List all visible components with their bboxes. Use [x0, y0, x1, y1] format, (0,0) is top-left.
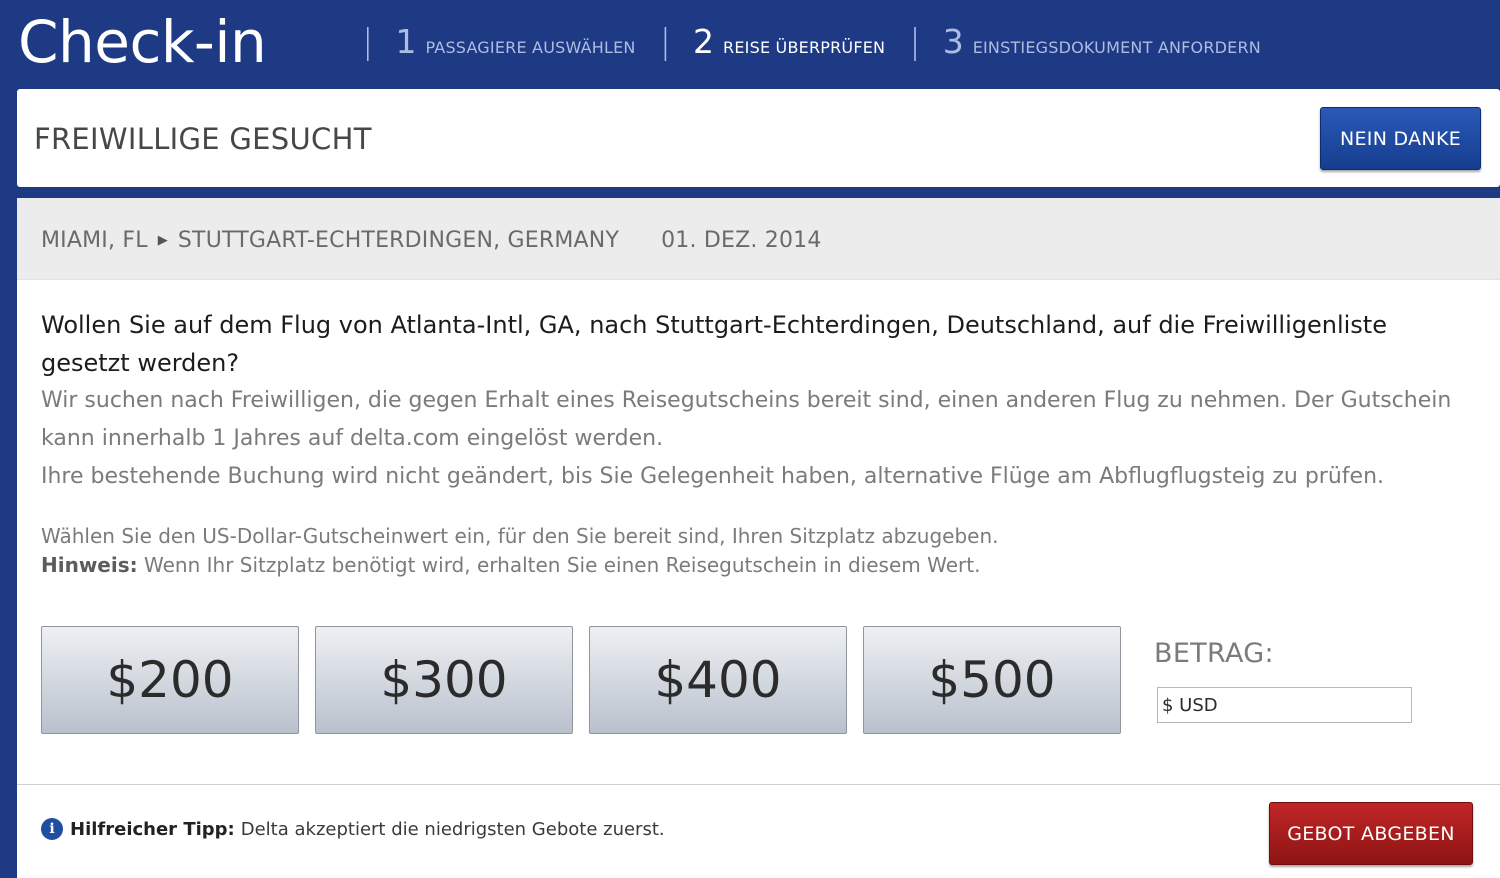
info-icon: i [41, 818, 63, 840]
route: MIAMI, FL ▶ STUTTGART-ECHTERDINGEN, GERM… [41, 228, 822, 253]
instruction-text: Wählen Sie den US-Dollar-Gutscheinwert e… [41, 524, 999, 548]
step-number: 2 [693, 22, 715, 61]
route-bar: MIAMI, FL ▶ STUTTGART-ECHTERDINGEN, GERM… [17, 198, 1500, 280]
submit-bid-button[interactable]: GEBOT ABGEBEN [1269, 802, 1473, 865]
volunteer-question: Wollen Sie auf dem Flug von Atlanta-Intl… [41, 311, 1387, 377]
step-separator: | [909, 22, 921, 62]
amount-input[interactable] [1157, 687, 1412, 723]
instructions: Wählen Sie den US-Dollar-Gutscheinwert e… [41, 522, 1441, 580]
decline-button[interactable]: NEIN DANKE [1320, 107, 1481, 170]
amount-label: BETRAG: [1154, 638, 1274, 669]
tip-label: Hilfreicher Tipp: [70, 818, 235, 840]
description-paragraph: Wir suchen nach Freiwilligen, die gegen … [41, 388, 1452, 451]
step-separator: | [659, 22, 672, 62]
amount-300-button[interactable]: $300 [315, 626, 573, 734]
header: Check-in | 1 PASSAGIERE AUSWÄHLEN | 2 RE… [0, 0, 1500, 90]
offer-card: MIAMI, FL ▶ STUTTGART-ECHTERDINGEN, GERM… [17, 198, 1500, 878]
page-title: Check-in [18, 8, 267, 76]
volunteer-card: FREIWILLIGE GESUCHT NEIN DANKE [17, 89, 1500, 187]
volunteer-heading: FREIWILLIGE GESUCHT [34, 122, 372, 156]
tip-text: Delta akzeptiert die niedrigsten Gebote … [240, 818, 665, 840]
amount-400-button[interactable]: $400 [589, 626, 847, 734]
step-label: REISE ÜBERPRÜFEN [723, 38, 886, 57]
description: Wir suchen nach Freiwilligen, die gegen … [41, 382, 1481, 496]
step-1: | 1 PASSAGIERE AUSWÄHLEN [362, 22, 636, 62]
step-number: 1 [395, 22, 417, 61]
route-arrow-icon: ▶ [157, 233, 168, 248]
amount-options: $200 $300 $400 $500 [41, 626, 1137, 734]
route-destination: STUTTGART-ECHTERDINGEN, GERMANY [177, 228, 620, 253]
step-label: EINSTIEGSDOKUMENT ANFORDERN [972, 38, 1261, 57]
helpful-tip: i Hilfreicher Tipp: Delta akzeptiert die… [41, 818, 665, 840]
amount-500-button[interactable]: $500 [863, 626, 1121, 734]
step-2: | 2 REISE ÜBERPRÜFEN [660, 22, 886, 62]
flight-date: 01. DEZ. 2014 [661, 228, 822, 253]
step-label: PASSAGIERE AUSWÄHLEN [425, 38, 636, 57]
step-number: 3 [942, 22, 964, 61]
note: Hinweis: Wenn Ihr Sitzplatz benötigt wir… [41, 551, 1441, 580]
step-3: | 3 EINSTIEGSDOKUMENT ANFORDERN [909, 22, 1261, 62]
note-text: Wenn Ihr Sitzplatz benötigt wird, erhalt… [144, 553, 981, 577]
checkin-steps: | 1 PASSAGIERE AUSWÄHLEN | 2 REISE ÜBERP… [362, 22, 1285, 62]
note-label: Hinweis: [41, 553, 138, 577]
step-separator: | [362, 22, 374, 62]
route-origin: MIAMI, FL [41, 228, 148, 253]
divider [17, 784, 1500, 785]
amount-200-button[interactable]: $200 [41, 626, 299, 734]
description-paragraph: Ihre bestehende Buchung wird nicht geänd… [41, 464, 1384, 489]
